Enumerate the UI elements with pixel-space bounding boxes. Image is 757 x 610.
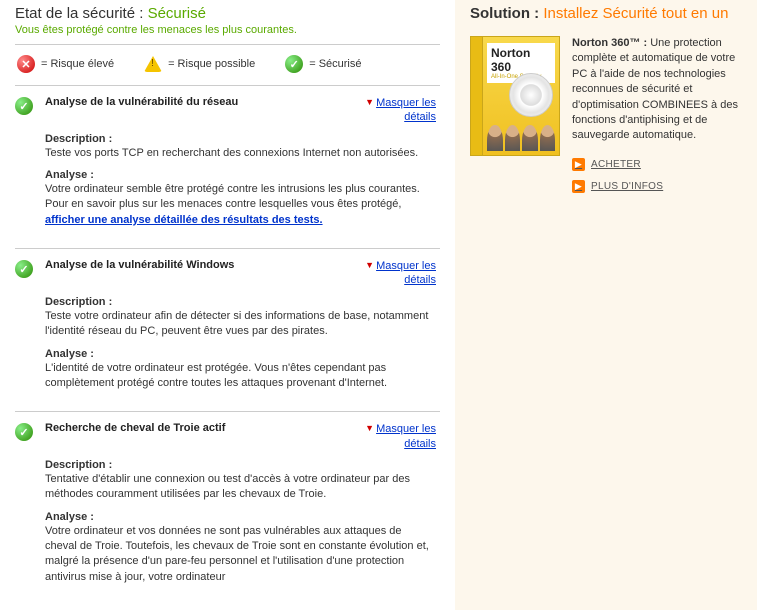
description-block: Description : Teste votre ordinateur afi… <box>45 296 436 340</box>
analysis-text: Votre ordinateur semble être protégé con… <box>45 183 420 226</box>
more-info-button[interactable]: ▶ PLUS D'INFOS <box>572 180 742 194</box>
check-icon: ✓ <box>15 260 33 278</box>
status-value: Sécurisé <box>148 5 206 22</box>
legend: ✕ = Risque élevé = Risque possible ✓ = S… <box>15 55 440 73</box>
description-label: Description : <box>45 133 436 145</box>
solution-title: Solution : Installez Sécurité tout en un <box>470 5 742 22</box>
check-icon: ✓ <box>15 97 33 115</box>
analysis-block: Analyse : L'identité de votre ordinateur… <box>45 348 436 392</box>
legend-secure-label: = Sécurisé <box>309 58 361 70</box>
toggle-link[interactable]: Masquer lesdétails <box>376 423 436 449</box>
divider <box>15 44 440 45</box>
toggle-details[interactable]: ▼Masquer lesdétails <box>365 259 436 288</box>
section-title: Analyse de la vulnérabilité du réseau <box>45 96 238 108</box>
solution-value: Installez Sécurité tout en un <box>543 5 728 22</box>
solution-label: Solution : <box>470 5 543 22</box>
toggle-link[interactable]: Masquer lesdétails <box>376 97 436 123</box>
secure-icon: ✓ <box>285 55 303 73</box>
security-status-title: Etat de la sécurité : Sécurisé <box>15 5 440 22</box>
analysis-label: Analyse : <box>45 169 436 181</box>
section-trojan-scan: ✓ Recherche de cheval de Troie actif ▼Ma… <box>15 411 440 605</box>
arrow-right-icon: ▶ <box>572 180 585 193</box>
security-status-subtitle: Vous êtes protégé contre les menaces les… <box>15 24 440 36</box>
triangle-down-icon: ▼ <box>365 97 374 109</box>
check-icon: ✓ <box>15 423 33 441</box>
analysis-block: Analyse : Votre ordinateur et vos donnée… <box>45 511 436 586</box>
analysis-text: Votre ordinateur et vos données ne sont … <box>45 525 429 583</box>
product-box-image: Norton 360All-In-One Security <box>470 36 560 156</box>
product-block: Norton 360All-In-One Security Norton 360… <box>470 36 742 202</box>
description-text: Tentative d'établir une connexion ou tes… <box>45 473 410 500</box>
section-status-icon: ✓ <box>15 96 45 236</box>
product-description: Norton 360™ : Une protection complète et… <box>572 36 742 202</box>
high-risk-icon: ✕ <box>17 55 35 73</box>
triangle-down-icon: ▼ <box>365 423 374 435</box>
section-windows-vulnerability: ✓ Analyse de la vulnérabilité Windows ▼M… <box>15 248 440 411</box>
detailed-results-link[interactable]: afficher une analyse détaillée des résul… <box>45 214 323 226</box>
section-status-icon: ✓ <box>15 259 45 399</box>
analysis-text: L'identité de votre ordinateur est proté… <box>45 362 387 389</box>
main-panel: Etat de la sécurité : Sécurisé Vous êtes… <box>0 0 455 610</box>
analysis-label: Analyse : <box>45 348 436 360</box>
product-name: Norton 360™ : <box>572 37 650 49</box>
toggle-link[interactable]: Masquer lesdétails <box>376 260 436 286</box>
possible-risk-icon <box>144 56 162 72</box>
description-block: Description : Teste vos ports TCP en rec… <box>45 133 436 161</box>
section-title: Analyse de la vulnérabilité Windows <box>45 259 234 271</box>
product-text: Une protection complète et automatique d… <box>572 37 738 141</box>
description-text: Teste vos ports TCP en recherchant des c… <box>45 147 418 159</box>
triangle-down-icon: ▼ <box>365 260 374 272</box>
legend-high-risk: ✕ = Risque élevé <box>17 55 114 73</box>
description-block: Description : Tentative d'établir une co… <box>45 459 436 503</box>
arrow-right-icon: ▶ <box>572 158 585 171</box>
legend-possible-risk: = Risque possible <box>144 56 255 72</box>
legend-high-label: = Risque élevé <box>41 58 114 70</box>
toggle-details[interactable]: ▼Masquer lesdétails <box>365 422 436 451</box>
description-label: Description : <box>45 296 436 308</box>
section-status-icon: ✓ <box>15 422 45 593</box>
more-info-label: PLUS D'INFOS <box>591 180 663 194</box>
description-label: Description : <box>45 459 436 471</box>
buy-button[interactable]: ▶ ACHETER <box>572 158 742 172</box>
toggle-details[interactable]: ▼Masquer lesdétails <box>365 96 436 125</box>
section-title: Recherche de cheval de Troie actif <box>45 422 225 434</box>
description-text: Teste votre ordinateur afin de détecter … <box>45 310 428 337</box>
legend-possible-label: = Risque possible <box>168 58 255 70</box>
status-label: Etat de la sécurité : <box>15 5 148 22</box>
solution-panel: Solution : Installez Sécurité tout en un… <box>455 0 757 610</box>
section-network-vulnerability: ✓ Analyse de la vulnérabilité du réseau … <box>15 85 440 248</box>
analysis-label: Analyse : <box>45 511 436 523</box>
analysis-block: Analyse : Votre ordinateur semble être p… <box>45 169 436 228</box>
buy-label: ACHETER <box>591 158 641 172</box>
legend-secure: ✓ = Sécurisé <box>285 55 361 73</box>
